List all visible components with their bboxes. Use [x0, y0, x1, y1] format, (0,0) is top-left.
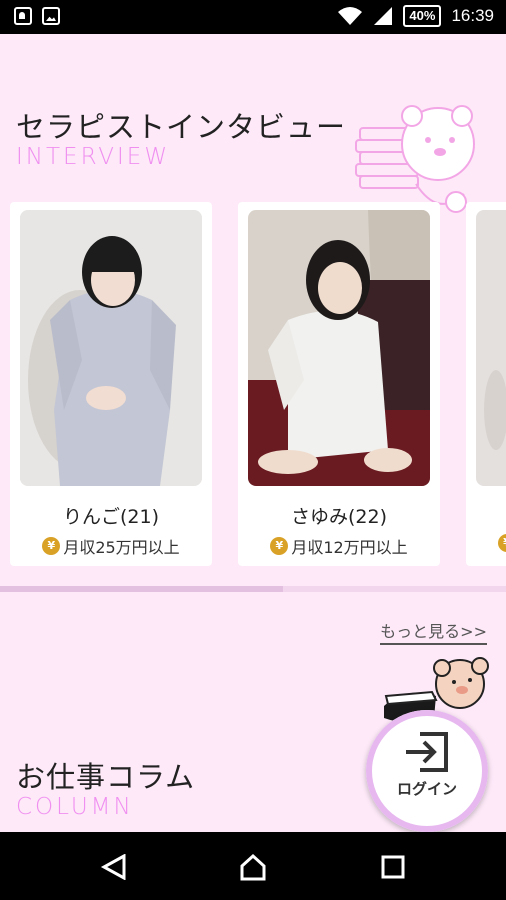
therapist-income: ¥ 月収12万円以上	[238, 534, 440, 558]
image-icon	[42, 7, 60, 25]
income-text: 月収25万円以上	[63, 538, 180, 557]
therapist-photo	[476, 210, 506, 486]
therapist-photo	[248, 210, 430, 486]
status-bar: 40% 16:39	[0, 0, 506, 34]
wifi-icon	[338, 7, 363, 25]
contact-icon	[14, 7, 32, 25]
therapist-card[interactable]: ¥	[466, 202, 506, 566]
income-text: 月収12万円以上	[291, 538, 408, 557]
carousel-scroll-thumb[interactable]	[0, 586, 284, 592]
recents-icon[interactable]	[380, 854, 406, 880]
column-subtitle: COLUMN	[16, 794, 134, 820]
clock: 16:39	[451, 6, 494, 25]
battery-icon: 40%	[403, 5, 442, 27]
login-label: ログイン	[396, 780, 457, 798]
therapist-income: ¥	[466, 534, 506, 552]
therapist-income: ¥ 月収25万円以上	[10, 534, 212, 558]
therapist-name: さゆみ(22)	[290, 506, 387, 528]
back-icon[interactable]	[100, 854, 128, 880]
therapist-photo	[20, 210, 202, 486]
therapist-name: りんご(21)	[62, 506, 159, 528]
therapist-card[interactable]: りんご(21) ¥ 月収25万円以上	[10, 202, 212, 566]
login-icon	[406, 732, 448, 772]
column-title: お仕事コラム	[16, 760, 196, 794]
navigation-bar	[0, 832, 506, 900]
signal-icon	[374, 7, 393, 25]
coin-icon: ¥	[42, 537, 61, 555]
app-content: セラピストインタビュー INTERVIEW りんご(21) ¥ 月収25万円以上	[0, 34, 506, 832]
status-bar-notifications	[14, 7, 60, 25]
coin-icon: ¥	[498, 534, 506, 552]
more-link[interactable]: もっと見る>>	[380, 618, 487, 645]
interview-subtitle: INTERVIEW	[16, 144, 171, 170]
home-icon[interactable]	[238, 852, 268, 882]
interview-title: セラピストインタビュー	[16, 110, 347, 144]
therapist-card[interactable]: さゆみ(22) ¥ 月収12万円以上	[238, 202, 440, 566]
login-button[interactable]: ログイン	[366, 710, 488, 832]
carousel-scrollbar[interactable]	[0, 586, 506, 592]
status-bar-system: 40% 16:39	[337, 5, 494, 27]
coin-icon: ¥	[270, 537, 289, 555]
